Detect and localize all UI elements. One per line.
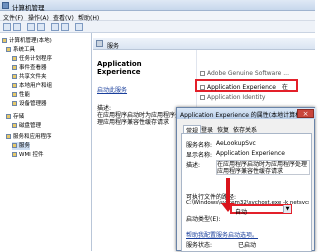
navigation-tree: 计算机管理(本地) 系统工具 任务计划程序 事件查看器 共享文件夹 本地用户和组… [0,33,92,251]
tree-item-system-tools[interactable]: 系统工具 [6,46,35,54]
event-icon [12,65,17,70]
computer-management-icon [2,2,9,9]
users-icon [12,83,17,88]
refresh-icon[interactable] [51,23,59,31]
chevron-down-icon[interactable]: ▼ [283,205,291,213]
dialog-title: Application Experience 的属性(本地计算机) [180,112,304,119]
show-tree-icon[interactable] [37,23,45,31]
service-status-value: 已启动 [238,242,257,249]
tree-item-services-apps[interactable]: 服务和应用程序 [6,133,52,141]
description-label: 描述: [186,162,201,169]
tree-item-services[interactable]: 服务 [12,142,31,150]
up-icon[interactable] [27,23,35,31]
tree-item-shared-folders[interactable]: 共享文件夹 [12,73,47,81]
display-name-label: 显示名称: [186,152,213,159]
service-row-application-experience[interactable]: Application Experience 在 [200,82,288,91]
start-service-link[interactable]: 启动此服务 [97,85,187,94]
forward-icon[interactable] [13,23,21,31]
dialog-titlebar: Application Experience 的属性(本地计算机) × [177,108,316,119]
back-icon[interactable] [3,23,11,31]
services-apps-icon [6,134,11,139]
close-button[interactable]: × [297,109,314,118]
storage-icon [6,114,11,119]
service-status-label: 服务状态: [186,242,213,249]
service-name-label: 服务名称: [186,142,213,149]
tree-item-local-users[interactable]: 本地用户和组 [12,82,52,90]
tree-item-device-manager[interactable]: 设备管理器 [12,100,47,108]
window-titlebar: 计算机管理 [0,0,315,12]
gear-icon [96,40,103,47]
tab-panel-general: 服务名称: AeLookupSvc 显示名称: Application Expe… [181,133,312,252]
tree-item-performance[interactable]: 性能 [12,91,30,99]
tree-item-event-viewer[interactable]: 事件查看器 [12,64,47,72]
computer-icon [2,38,7,43]
folder-icon [12,74,17,79]
service-row-application-identity[interactable]: Application Identity [200,94,265,101]
services-header: 服务 [93,38,315,50]
clock-icon [12,56,17,61]
service-description-panel: Application Experience 启动此服务 描述: 在应用程序启动… [97,60,187,126]
description-label: 描述: [97,105,112,112]
performance-icon [12,92,17,97]
service-icon [200,85,205,90]
export-icon[interactable] [61,23,69,31]
tree-item-wmi[interactable]: WMI 控件 [12,151,44,159]
gear-icon [12,143,17,148]
selected-service-title: Application Experience [97,60,142,76]
description-text: 在应用程序启动时为应用程序处理应用程序兼容性缓存请求 [97,112,182,126]
startup-type-value: 自动 [235,209,248,216]
service-icon [200,95,205,100]
service-icon [200,71,205,76]
services-header-title: 服务 [107,43,120,50]
disk-icon [12,123,17,128]
help-configure-link[interactable]: 帮助我配置服务启动选项。 [186,230,258,239]
service-row-adobe[interactable]: Adobe Genuine Software ... [200,70,289,77]
properties-dialog: Application Experience 的属性(本地计算机) × 常规 登… [176,107,316,252]
service-name-value: AeLookupSvc [216,140,256,147]
toolbar [0,21,315,33]
description-textbox[interactable]: 在应用程序启动时为应用程序处理应用程序兼容性缓存请求 [216,160,310,175]
tree-item-disk-management[interactable]: 磁盘管理 [12,122,41,130]
wmi-icon [12,152,17,157]
menu-bar: 文件(F) 操作(A) 查看(V) 帮助(H) [0,11,315,22]
tree-item-storage[interactable]: 存储 [6,113,24,121]
device-icon [12,101,17,106]
tree-item-computer-management[interactable]: 计算机管理(本地) [2,37,52,45]
display-name-value: Application Experience [216,150,285,157]
tree-item-task-scheduler[interactable]: 任务计划程序 [12,55,52,63]
tools-icon [6,47,11,52]
startup-type-label: 启动类型(E): [186,216,221,223]
help-icon[interactable] [75,23,83,31]
